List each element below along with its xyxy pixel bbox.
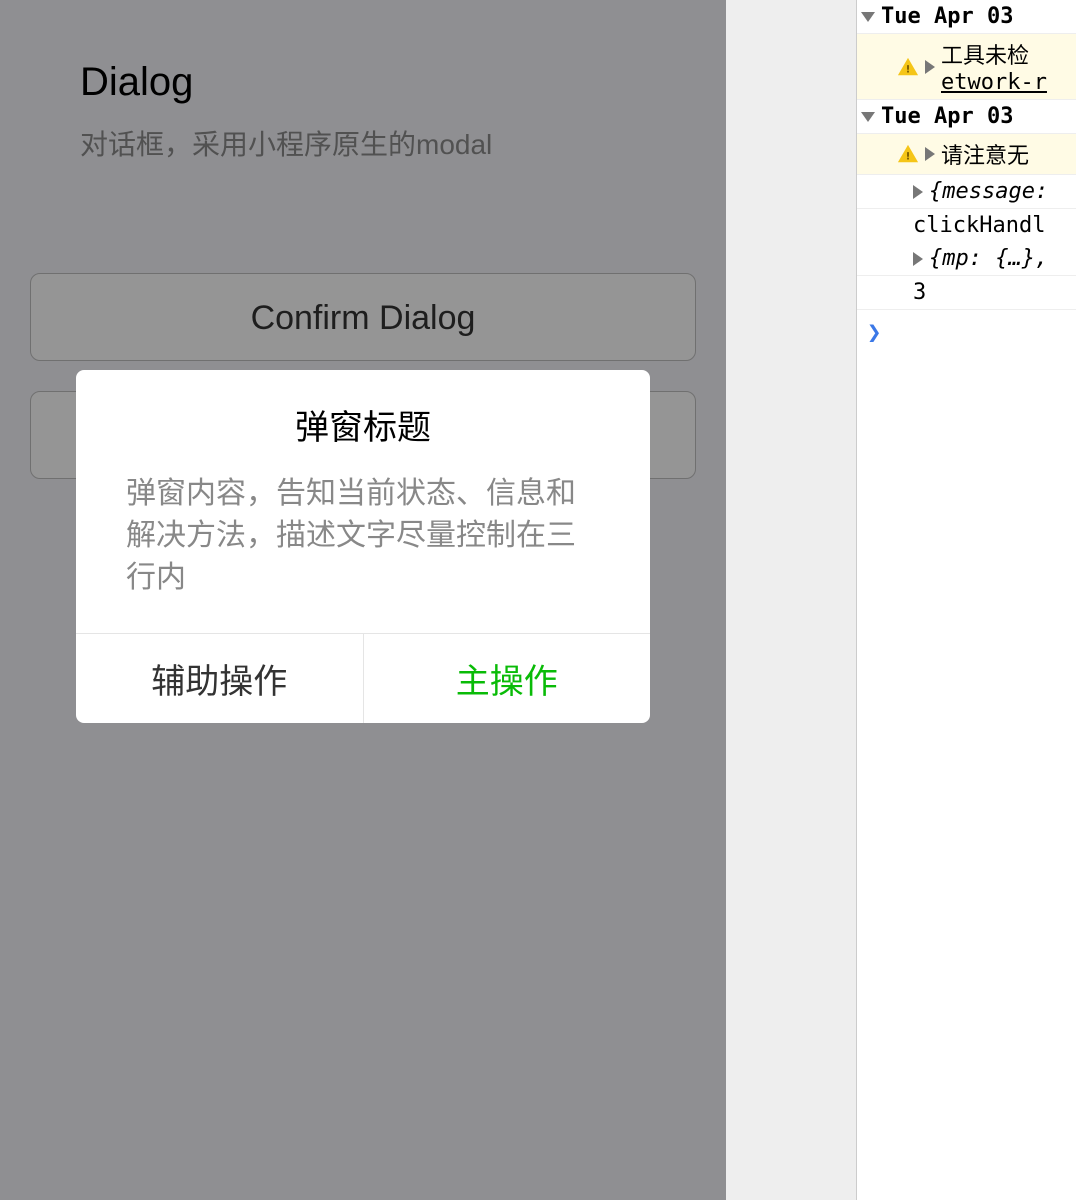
modal-body: 弹窗标题 弹窗内容，告知当前状态、信息和解决方法，描述文字尽量控制在三行内 bbox=[76, 370, 650, 633]
modal-dialog: 弹窗标题 弹窗内容，告知当前状态、信息和解决方法，描述文字尽量控制在三行内 辅助… bbox=[76, 370, 650, 723]
console-log-row[interactable]: clickHandl bbox=[857, 209, 1076, 242]
phone-preview: Dialog 对话框，采用小程序原生的modal Confirm Dialog … bbox=[0, 0, 726, 1200]
console-log-row[interactable]: {mp: {…}, bbox=[857, 242, 1076, 276]
devtools-console[interactable]: Tue Apr 03 工具未检 etwork-r Tue Apr 03 请注意无… bbox=[856, 0, 1076, 1200]
console-group-header[interactable]: Tue Apr 03 bbox=[857, 0, 1076, 34]
separator-gap bbox=[726, 0, 856, 1200]
chevron-down-icon bbox=[861, 112, 875, 122]
chevron-right-icon bbox=[913, 252, 923, 266]
warning-icon bbox=[897, 56, 919, 78]
console-log-row[interactable]: 3 bbox=[857, 276, 1076, 310]
console-warning-row[interactable]: 工具未检 etwork-r bbox=[857, 34, 1076, 100]
prompt-icon: ❯ bbox=[867, 318, 881, 346]
chevron-down-icon bbox=[861, 12, 875, 22]
warning-icon bbox=[897, 143, 919, 165]
console-group-header[interactable]: Tue Apr 03 bbox=[857, 100, 1076, 134]
modal-actions: 辅助操作 主操作 bbox=[76, 633, 650, 723]
chevron-right-icon bbox=[925, 60, 935, 74]
console-object: {mp: {…}, bbox=[929, 246, 1048, 271]
console-timestamp: Tue Apr 03 bbox=[881, 104, 1013, 129]
console-prompt[interactable]: ❯ bbox=[857, 310, 1076, 354]
console-log-row[interactable]: {message: bbox=[857, 175, 1076, 209]
console-text: clickHandl bbox=[913, 213, 1045, 238]
console-object: {message: bbox=[929, 179, 1048, 204]
modal-primary-button[interactable]: 主操作 bbox=[364, 634, 651, 723]
console-warning-text: 请注意无 bbox=[941, 138, 1029, 170]
console-value: 3 bbox=[913, 280, 926, 305]
console-warning-text: 工具未检 bbox=[941, 44, 1029, 69]
console-timestamp: Tue Apr 03 bbox=[881, 4, 1013, 29]
console-warning-row[interactable]: 请注意无 bbox=[857, 134, 1076, 175]
chevron-right-icon bbox=[913, 185, 923, 199]
modal-secondary-button[interactable]: 辅助操作 bbox=[76, 634, 364, 723]
console-warning-link[interactable]: etwork-r bbox=[941, 70, 1047, 95]
modal-title: 弹窗标题 bbox=[126, 400, 600, 449]
modal-content: 弹窗内容，告知当前状态、信息和解决方法，描述文字尽量控制在三行内 bbox=[126, 473, 600, 599]
chevron-right-icon bbox=[925, 147, 935, 161]
